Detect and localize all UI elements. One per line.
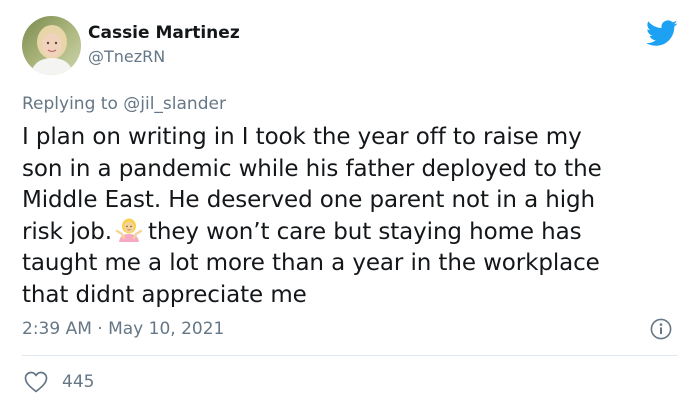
tweet-text-line: taught me a lot more than a year in the … — [22, 250, 600, 276]
author-handle[interactable]: @TnezRN — [88, 46, 240, 68]
tweet-text-line: risk job. they won’t care but staying ho… — [22, 217, 692, 249]
like-count: 445 — [62, 372, 95, 392]
author-block[interactable]: Cassie Martinez @TnezRN — [88, 22, 240, 68]
avatar[interactable] — [22, 16, 81, 75]
tweet-text-segment: they won’t care but staying home has — [147, 218, 582, 245]
tweet-text-line: that didnt appreciate me — [22, 281, 307, 308]
twitter-bird-icon[interactable] — [646, 20, 678, 47]
replying-to: Replying to @jil_slander — [22, 92, 226, 116]
heart-icon[interactable] — [24, 371, 48, 393]
replying-to-label: Replying to — [22, 94, 124, 114]
like-action[interactable]: 445 — [24, 370, 94, 394]
tweet-text: I plan on writing in I took the year off… — [22, 122, 692, 311]
tweet-timestamp-link[interactable]: 2:39 AM · May 10, 2021 — [22, 317, 224, 341]
divider — [22, 355, 678, 356]
tweet-text-segment: risk job. — [22, 218, 112, 245]
person-shrugging-emoji-icon — [115, 217, 143, 243]
tweet-text-line: son in a pandemic while his father deplo… — [22, 155, 602, 182]
tweet-text-line: Middle East. He deserved one parent not … — [22, 187, 596, 213]
tweet-card: Cassie Martinez @TnezRN Replying to @jil… — [0, 0, 700, 410]
author-display-name[interactable]: Cassie Martinez — [88, 22, 240, 44]
info-icon[interactable] — [650, 318, 672, 340]
tweet-text-line: I plan on writing in I took the year off… — [22, 124, 582, 150]
reply-mention-link[interactable]: @jil_slander — [123, 94, 226, 114]
